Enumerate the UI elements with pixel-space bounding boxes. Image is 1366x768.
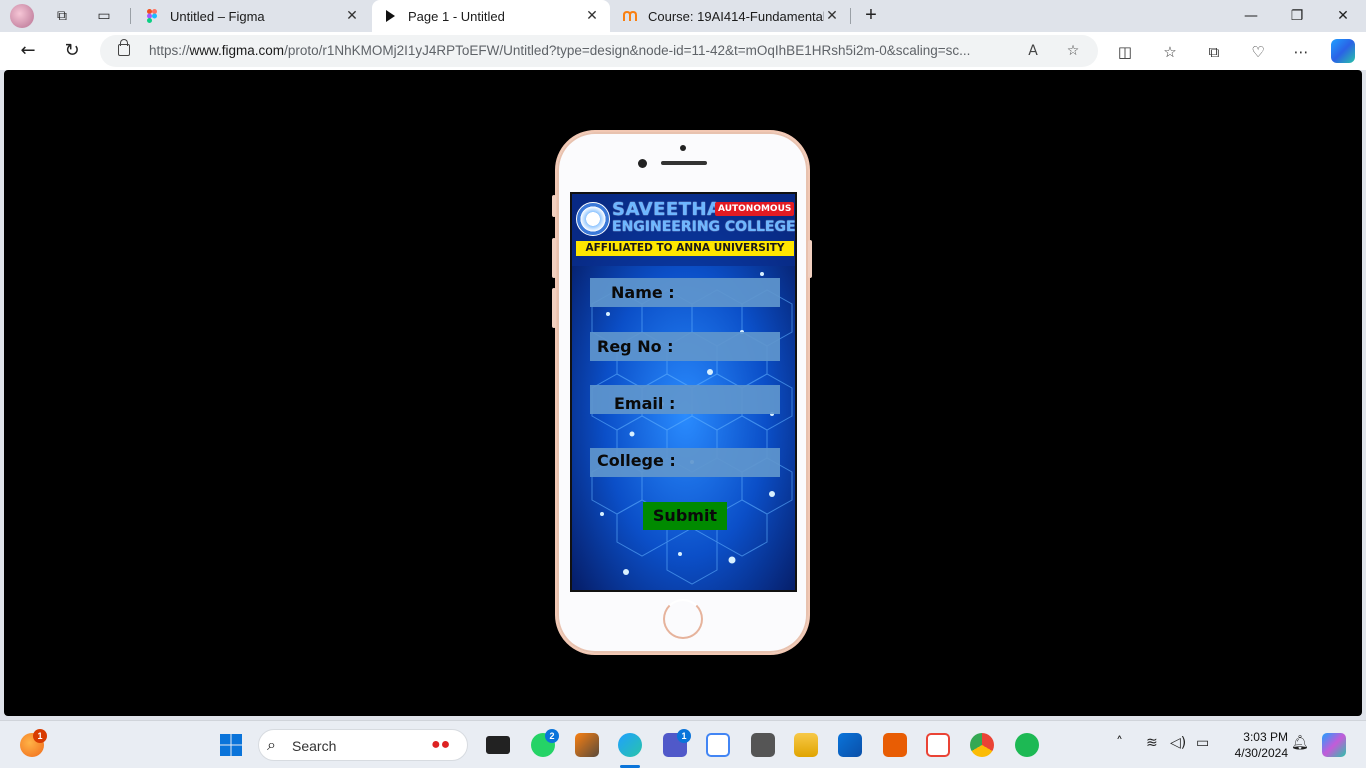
- college-label: College :: [597, 451, 676, 470]
- tab-label: Untitled – Figma: [170, 8, 265, 24]
- figma-icon: [144, 8, 160, 24]
- spotify-icon[interactable]: [1015, 733, 1039, 757]
- name-field[interactable]: Name :: [590, 278, 780, 307]
- sensor-dot: [680, 145, 686, 151]
- search-icon: ⌕: [267, 735, 276, 754]
- submit-button[interactable]: Submit: [643, 502, 727, 530]
- speaker-grille: [661, 161, 707, 165]
- moodle-icon: [622, 8, 638, 24]
- close-tab-icon[interactable]: ✕: [824, 8, 840, 24]
- college-field[interactable]: College :: [590, 448, 780, 477]
- copilot-taskbar-icon[interactable]: [1322, 733, 1346, 757]
- address-bar[interactable]: https://www.figma.com/proto/r1NhKMOMj2I1…: [100, 35, 1098, 67]
- strawberry-icon: ●●: [431, 736, 451, 753]
- task-view-icon[interactable]: [486, 736, 510, 754]
- tab-page-1[interactable]: Page 1 - Untitled ✕: [372, 0, 610, 32]
- front-camera: [638, 159, 647, 168]
- search-placeholder: Search: [292, 738, 337, 754]
- power-button: [808, 240, 812, 278]
- volume-up-button: [552, 238, 556, 278]
- more-icon[interactable]: ⋯: [1290, 41, 1312, 63]
- weather-badge: 1: [33, 729, 47, 743]
- clock-time: 3:03 PM: [1243, 730, 1288, 744]
- new-tab-button[interactable]: +: [860, 5, 882, 27]
- tab-label: Course: 19AI414-Fundamentals c: [648, 8, 824, 24]
- phone-screen: SAVEETHA AUTONOMOUS ENGINEERING COLLEGE …: [570, 192, 797, 592]
- volume-icon[interactable]: ◁): [1170, 735, 1186, 751]
- close-tab-icon[interactable]: ✕: [584, 8, 600, 24]
- tab-course[interactable]: Course: 19AI414-Fundamentals c ✕: [612, 0, 850, 32]
- restore-button[interactable]: ❐: [1274, 4, 1320, 28]
- teams-badge: 1: [677, 729, 691, 743]
- clock[interactable]: 3:03 PM 4/30/2024: [1222, 729, 1288, 761]
- profile-avatar[interactable]: [10, 4, 34, 28]
- taskbar-search[interactable]: ⌕ Search ●●: [258, 729, 468, 761]
- chevron-up-icon[interactable]: ˄: [1116, 735, 1123, 751]
- lock-icon[interactable]: [118, 39, 130, 56]
- whatsapp-badge: 2: [545, 729, 559, 743]
- reg-no-field[interactable]: Reg No :: [590, 332, 780, 361]
- minimize-button[interactable]: —: [1228, 4, 1274, 28]
- tab-figma[interactable]: Untitled – Figma ✕: [134, 0, 370, 32]
- refresh-icon[interactable]: ↻: [60, 40, 84, 62]
- name-label: Name :: [611, 283, 675, 302]
- split-screen-icon[interactable]: ◫: [1114, 41, 1136, 63]
- college-logo: [576, 202, 610, 236]
- email-label: Email :: [614, 394, 676, 413]
- edge-icon[interactable]: [618, 733, 642, 757]
- browser-toolbar: ← ↻ https://www.figma.com/proto/r1NhKMOM…: [0, 32, 1366, 70]
- autonomous-badge: AUTONOMOUS: [715, 202, 795, 216]
- heart-pulse-icon[interactable]: ♡: [1247, 41, 1269, 63]
- tab-strip: ⧉ ▭ Untitled – Figma ✕ Page 1 - Untitled…: [0, 0, 1366, 32]
- read-aloud-icon[interactable]: A: [1023, 41, 1043, 61]
- favorites-icon[interactable]: ☆: [1159, 41, 1181, 63]
- f-app-icon[interactable]: [883, 733, 907, 757]
- close-tab-icon[interactable]: ✕: [344, 8, 360, 24]
- bell-icon[interactable]: 🔔︎: [1291, 735, 1309, 751]
- star-icon[interactable]: ☆: [1063, 41, 1083, 61]
- taskbar: 1 ⌕ Search ●● 2 1 ˄ ≋ ◁) ▭ 3:03 PM 4/30/…: [0, 720, 1366, 768]
- email-field[interactable]: Email :: [590, 385, 780, 414]
- arrow-left-icon[interactable]: ←: [16, 40, 40, 62]
- google-icon[interactable]: [706, 733, 730, 757]
- chrome-icon[interactable]: [970, 733, 994, 757]
- m-app-icon[interactable]: [751, 733, 775, 757]
- volume-down-button: [552, 288, 556, 328]
- tab-label: Page 1 - Untitled: [408, 8, 505, 24]
- mute-switch: [552, 195, 556, 217]
- wifi-icon[interactable]: ≋: [1146, 735, 1158, 751]
- windows-start-icon[interactable]: [219, 733, 243, 757]
- close-window-button[interactable]: ✕: [1320, 4, 1366, 28]
- home-button[interactable]: [663, 599, 703, 639]
- store-icon[interactable]: [838, 733, 862, 757]
- phone-frame: SAVEETHA AUTONOMOUS ENGINEERING COLLEGE …: [555, 130, 810, 655]
- college-banner: SAVEETHA AUTONOMOUS ENGINEERING COLLEGE: [574, 196, 796, 246]
- battery-icon[interactable]: ▭: [1196, 735, 1209, 751]
- affiliation-strip: AFFILIATED TO ANNA UNIVERSITY: [576, 241, 794, 256]
- tab-separator: [130, 8, 131, 24]
- collections-icon[interactable]: ⧉: [1203, 41, 1225, 63]
- college-name-line2: ENGINEERING COLLEGE: [612, 219, 796, 235]
- workspaces-icon[interactable]: ⧉: [52, 6, 72, 26]
- reg-no-label: Reg No :: [597, 337, 674, 356]
- play-icon: [382, 8, 398, 24]
- url-text[interactable]: https://www.figma.com/proto/r1NhKMOMj2I1…: [149, 43, 1019, 58]
- moodle-app-icon[interactable]: [575, 733, 599, 757]
- clock-date: 4/30/2024: [1234, 746, 1288, 760]
- copilot-icon[interactable]: [1331, 39, 1355, 63]
- tab-separator: [850, 8, 851, 24]
- vertical-tabs-icon[interactable]: ▭: [94, 6, 114, 26]
- college-name-line1: SAVEETHA: [612, 199, 722, 220]
- file-explorer-icon[interactable]: [794, 733, 818, 757]
- gmail-icon[interactable]: [926, 733, 950, 757]
